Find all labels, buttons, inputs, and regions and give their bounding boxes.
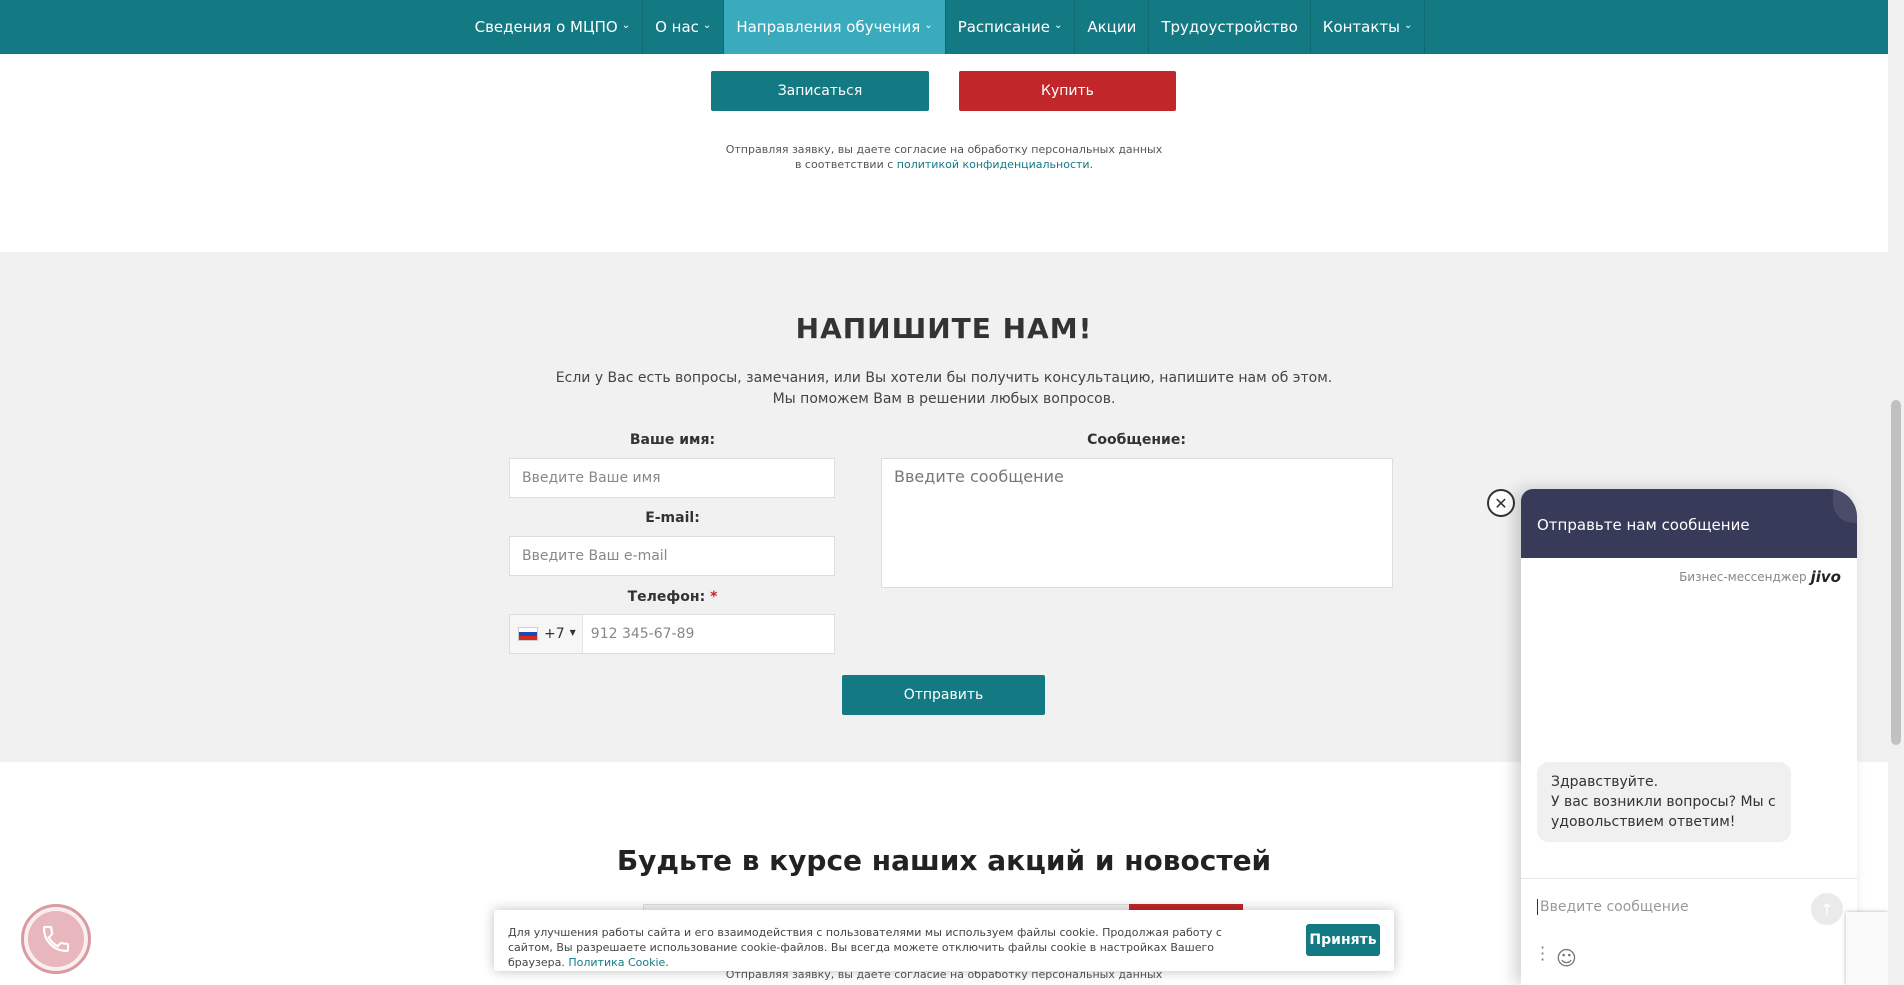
- send-button[interactable]: Отправить: [842, 675, 1045, 715]
- chevron-down-icon: ⌄: [1404, 19, 1413, 31]
- contact-subtitle-line-1: Если у Вас есть вопросы, замечания, или …: [555, 370, 1333, 386]
- chat-close-icon[interactable]: ✕: [1487, 489, 1515, 517]
- recaptcha-badge: [1846, 912, 1888, 985]
- arrow-up-icon[interactable]: ↑: [1811, 893, 1843, 925]
- email-label: E-mail:: [645, 510, 700, 526]
- nav-item-label: Расписание: [957, 18, 1050, 36]
- cookie-policy-link[interactable]: Политика Cookie: [568, 956, 665, 969]
- nav-item-label: О нас: [655, 18, 699, 36]
- chat-brand-prefix: Бизнес-мессенджер: [1679, 570, 1807, 584]
- country-code-select[interactable]: +7 ▼: [510, 615, 583, 653]
- chevron-down-icon: ⌄: [621, 19, 631, 31]
- contact-title: НАПИШИТЕ НАМ!: [795, 312, 1093, 345]
- contact-subtitle-line-2: Мы поможем Вам в решении любых вопросов.: [772, 391, 1116, 407]
- chat-widget: Отправьте нам сообщение Бизнес-мессендже…: [1521, 489, 1857, 985]
- chevron-down-icon: ⌄: [1053, 19, 1063, 31]
- phone-input[interactable]: +7 ▼ 912 345-67-89: [509, 614, 835, 654]
- phone-label-text: Телефон:: [627, 589, 706, 605]
- nav-item-3[interactable]: Расписание ⌄: [946, 0, 1076, 54]
- buy-button[interactable]: Купить: [959, 71, 1176, 111]
- consent-line-2: в соответствии с политикой конфиденциаль…: [0, 157, 1888, 172]
- email-input[interactable]: Введите Ваш e-mail: [509, 536, 835, 576]
- consent-prefix: в соответствии с: [794, 158, 897, 171]
- phone-placeholder: 912 345-67-89: [590, 626, 695, 642]
- nav-item-1[interactable]: О нас ⌄: [643, 0, 725, 54]
- name-label: Ваше имя:: [629, 432, 716, 448]
- nav-item-label: Контакты: [1322, 18, 1401, 36]
- chevron-down-icon: ⌄: [702, 19, 712, 31]
- nav-item-4[interactable]: Акции: [1075, 0, 1150, 54]
- nav-item-label: Сведения о МЦПО: [474, 18, 618, 36]
- scrollbar-thumb[interactable]: [1891, 400, 1901, 745]
- country-code: +7: [544, 626, 565, 642]
- phone-label: Телефон: *: [510, 589, 835, 605]
- russia-flag-icon: [518, 627, 538, 641]
- nav-item-6[interactable]: Контакты ⌄: [1311, 0, 1426, 54]
- message-textarea[interactable]: Введите сообщение: [881, 458, 1393, 588]
- callback-widget[interactable]: [21, 904, 91, 974]
- cookie-banner: Для улучшения работы сайта и его взаимод…: [494, 910, 1394, 971]
- chat-message-input[interactable]: Введите сообщение: [1537, 899, 1689, 915]
- cookie-text: Для улучшения работы сайта и его взаимод…: [508, 925, 1268, 970]
- accept-cookies-button[interactable]: Принять: [1306, 924, 1380, 956]
- nav-items: Сведения о МЦПО ⌄ О нас ⌄ Направления обучен…: [463, 0, 1426, 54]
- nav-item-label: Направления обучения: [736, 18, 921, 36]
- consent-line-1: Отправляя заявку, вы даете согласие на о…: [725, 143, 1163, 156]
- main-nav: Сведения о МЦПО ⌄ О нас ⌄ Направления обучен…: [0, 0, 1888, 54]
- top-section: Записаться Купить Отправляя заявку, вы д…: [0, 54, 1888, 252]
- greeting-line-1: Здравствуйте.: [1551, 774, 1659, 790]
- chat-divider: [1521, 878, 1857, 879]
- cookie-link-suffix: .: [665, 956, 669, 969]
- phone-icon: [28, 911, 84, 967]
- message-label: Сообщение:: [1087, 432, 1186, 448]
- greeting-line-2: У вас возникли вопросы? Мы с удовольстви…: [1551, 794, 1776, 830]
- contact-subtitle: Если у Вас есть вопросы, замечания, или …: [0, 368, 1888, 410]
- consent-text: Отправляя заявку, вы даете согласие на о…: [0, 142, 1888, 172]
- nav-item-0[interactable]: Сведения о МЦПО ⌄: [463, 0, 644, 54]
- nav-item-label: Трудоустройство: [1161, 18, 1298, 36]
- name-input[interactable]: Введите Ваше имя: [509, 458, 835, 498]
- caret-down-icon: ▼: [569, 627, 576, 637]
- chevron-down-icon: ⌄: [924, 19, 933, 31]
- nav-item-5[interactable]: Трудоустройство: [1149, 0, 1311, 54]
- consent-suffix: .: [1089, 158, 1094, 171]
- smiley-icon[interactable]: ☺: [1556, 946, 1577, 970]
- chat-greeting-bubble: Здравствуйте. У вас возникли вопросы? Мы…: [1537, 762, 1791, 842]
- chat-brand[interactable]: Бизнес-мессенджер jivo: [1679, 568, 1841, 586]
- more-vertical-icon[interactable]: · · ·: [1540, 940, 1545, 968]
- page-scrollbar[interactable]: [1888, 0, 1904, 985]
- enroll-button[interactable]: Записаться: [711, 71, 929, 111]
- nav-item-label: Акции: [1087, 18, 1137, 36]
- nav-item-2[interactable]: Направления обучения ⌄: [724, 0, 946, 54]
- privacy-policy-link[interactable]: политикой конфиденциальности: [897, 158, 1090, 171]
- chat-header: Отправьте нам сообщение: [1521, 489, 1857, 558]
- required-asterisk: *: [710, 589, 718, 605]
- jivo-logo: jivo: [1810, 568, 1841, 586]
